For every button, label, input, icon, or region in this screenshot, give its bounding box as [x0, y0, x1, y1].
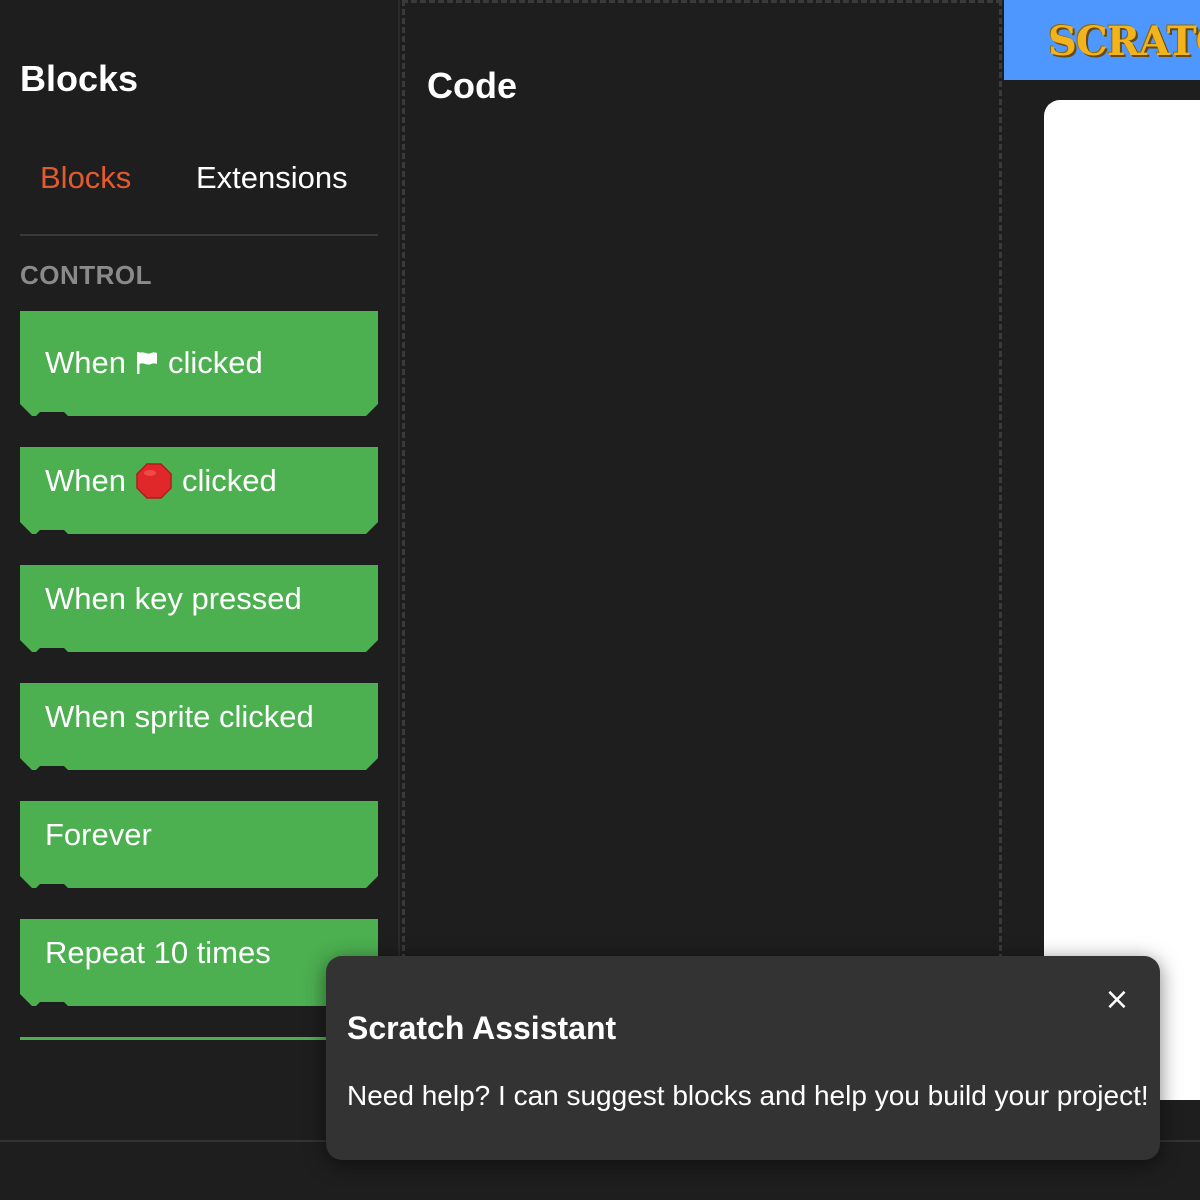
block-label: When [45, 345, 126, 380]
section-divider [20, 1037, 378, 1040]
block-label: When sprite clicked [45, 699, 314, 734]
assistant-title: Scratch Assistant [347, 1010, 617, 1046]
block-label: When [45, 463, 126, 498]
code-title: Code [427, 65, 517, 106]
blocks-panel-title: Blocks [20, 58, 139, 99]
block-label: clicked [167, 345, 263, 380]
stage-header: SCRATCH [1004, 0, 1200, 80]
block-when-stop-clicked[interactable]: When clicked [20, 447, 378, 534]
block-forever[interactable]: Forever [20, 801, 378, 888]
block-list: When clicked When clicked When key press… [20, 311, 378, 1006]
tab-extensions[interactable]: Extensions [196, 160, 348, 196]
block-repeat[interactable]: Repeat 10 times [20, 919, 378, 1006]
flag-icon [136, 351, 158, 375]
close-icon[interactable]: × [1102, 982, 1132, 1018]
assistant-popup: × Scratch Assistant Need help? I can sug… [326, 956, 1160, 1160]
block-when-sprite-clicked[interactable]: When sprite clicked [20, 683, 378, 770]
stop-icon [136, 463, 172, 499]
stage-canvas[interactable] [1044, 100, 1200, 1100]
category-label: CONTROL [20, 260, 153, 290]
block-label: Repeat 10 times [45, 935, 271, 970]
scratch-logo: SCRATCH [1048, 18, 1200, 65]
blocks-tabs: Blocks Extensions [20, 150, 378, 236]
block-when-key-pressed[interactable]: When key pressed [20, 565, 378, 652]
tab-blocks[interactable]: Blocks [40, 160, 131, 196]
scratch-editor: Blocks Blocks Extensions CONTROL When cl… [0, 0, 1200, 1200]
block-label: Forever [45, 817, 152, 852]
block-label: When key pressed [45, 581, 302, 616]
block-label: clicked [181, 463, 277, 498]
block-when-flag-clicked[interactable]: When clicked [20, 311, 378, 416]
assistant-message: Need help? I can suggest blocks and help… [347, 1080, 1149, 1111]
